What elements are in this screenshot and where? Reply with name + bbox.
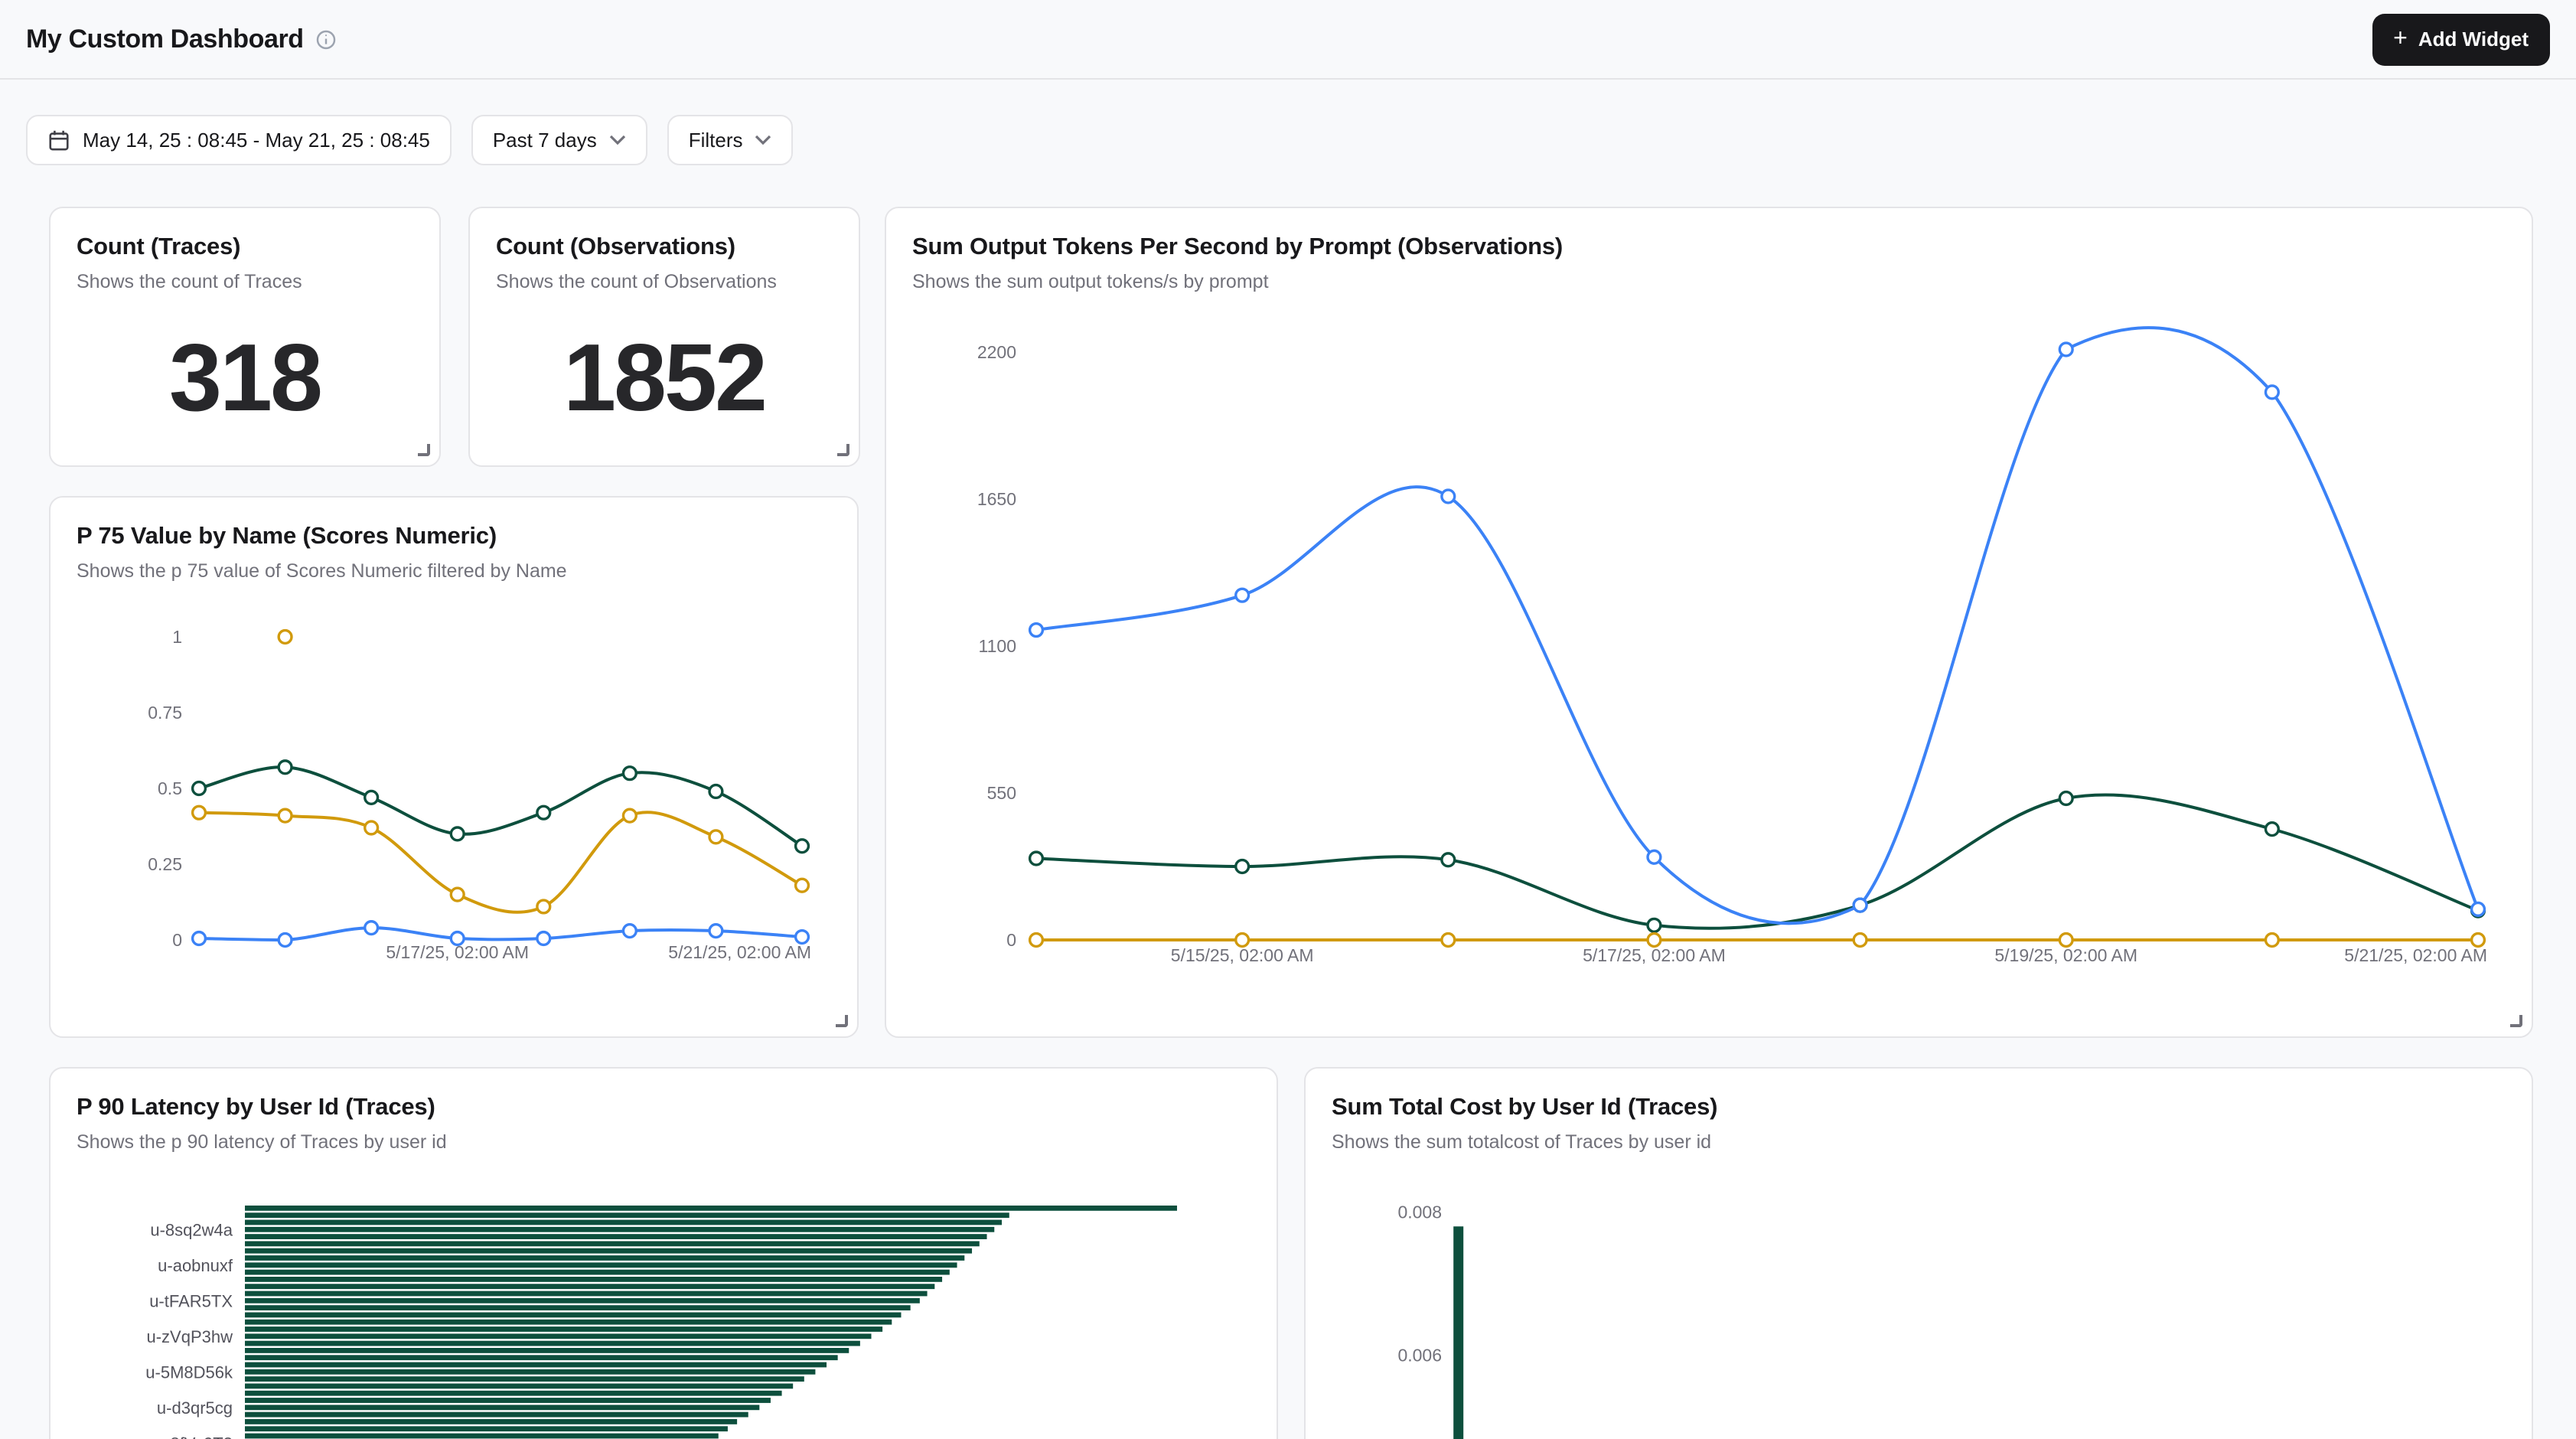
- latency-bar-chart: u-8sq2w4a u-aobnuxf u-tFAR5TX u-zVqP3hw u-5M…: [51, 1176, 1278, 1439]
- date-range-picker[interactable]: May 14, 25 : 08:45 - May 21, 25 : 08:45: [26, 115, 452, 165]
- resize-handle-icon[interactable]: [837, 444, 849, 456]
- widget-title: P 90 Latency by User Id (Traces): [77, 1095, 1251, 1122]
- chevron-down-icon: [755, 135, 772, 145]
- calendar-icon: [47, 129, 70, 152]
- svg-text:0.5: 0.5: [158, 778, 182, 798]
- widget-title: P 75 Value by Name (Scores Numeric): [77, 524, 831, 551]
- svg-text:u-8sq2w4a: u-8sq2w4a: [150, 1221, 233, 1240]
- svg-text:5/19/25, 02:00 AM: 5/19/25, 02:00 AM: [1994, 945, 2137, 965]
- date-range-label: May 14, 25 : 08:45 - May 21, 25 : 08:45: [83, 129, 430, 152]
- tokens-line-chart: 0 550 1100 1650 2200 5/15/25, 02:00 AM 5/17/25…: [886, 300, 2533, 1004]
- svg-text:u-5M8D56k: u-5M8D56k: [145, 1363, 233, 1382]
- widget-subtitle: Shows the sum totalcost of Traces by use…: [1332, 1131, 2506, 1153]
- svg-text:5/17/25, 02:00 AM: 5/17/25, 02:00 AM: [1583, 945, 1726, 965]
- date-preset-dropdown[interactable]: Past 7 days: [471, 115, 647, 165]
- svg-text:0.25: 0.25: [148, 854, 182, 874]
- cost-bar-chart: 0.008 0.006: [1306, 1176, 2533, 1439]
- svg-text:u-8fVa9T3: u-8fVa9T3: [155, 1434, 233, 1439]
- filters-label: Filters: [689, 129, 743, 152]
- chevron-down-icon: [609, 135, 626, 145]
- widget-count-observations: Count (Observations) Shows the count of …: [468, 207, 860, 467]
- svg-text:550: 550: [987, 783, 1016, 803]
- widget-title: Count (Observations): [496, 234, 833, 262]
- svg-text:1650: 1650: [977, 489, 1016, 509]
- svg-text:0.008: 0.008: [1397, 1202, 1442, 1222]
- svg-text:5/21/25, 02:00 AM: 5/21/25, 02:00 AM: [668, 942, 811, 962]
- widget-subtitle: Shows the sum output tokens/s by prompt: [912, 271, 2506, 292]
- svg-text:1100: 1100: [979, 636, 1016, 656]
- page-title: My Custom Dashboard: [26, 24, 304, 54]
- resize-handle-icon[interactable]: [836, 1015, 848, 1027]
- widget-title: Count (Traces): [77, 234, 413, 262]
- svg-text:2200: 2200: [977, 342, 1016, 362]
- svg-text:5/21/25, 02:00 AM: 5/21/25, 02:00 AM: [2344, 945, 2487, 965]
- widget-title: Sum Output Tokens Per Second by Prompt (…: [912, 234, 2506, 262]
- filters-dropdown[interactable]: Filters: [667, 115, 794, 165]
- resize-handle-icon[interactable]: [418, 444, 430, 456]
- svg-text:u-zVqP3hw: u-zVqP3hw: [146, 1327, 233, 1346]
- top-bar: My Custom Dashboard + Add Widget: [0, 0, 2576, 80]
- widget-p75-value: P 75 Value by Name (Scores Numeric) Show…: [49, 496, 859, 1038]
- add-widget-label: Add Widget: [2418, 28, 2529, 51]
- widget-subtitle: Shows the count of Observations: [496, 271, 833, 292]
- widget-title: Sum Total Cost by User Id (Traces): [1332, 1095, 2506, 1122]
- widget-subtitle: Shows the p 75 value of Scores Numeric f…: [77, 560, 831, 582]
- widget-count-traces: Count (Traces) Shows the count of Traces…: [49, 207, 441, 467]
- svg-text:0: 0: [172, 930, 182, 950]
- svg-text:0.75: 0.75: [148, 703, 182, 723]
- count-observations-value: 1852: [470, 325, 859, 433]
- p75-line-chart: 00.250.50.7515/17/25, 02:00 AM5/21/25, 0…: [51, 586, 859, 1015]
- count-traces-value: 318: [51, 325, 439, 433]
- widget-tokens-per-second: Sum Output Tokens Per Second by Prompt (…: [885, 207, 2533, 1038]
- top-bar-left: My Custom Dashboard: [26, 24, 337, 54]
- toolbar: May 14, 25 : 08:45 - May 21, 25 : 08:45 …: [26, 115, 794, 165]
- svg-text:u-d3qr5cg: u-d3qr5cg: [157, 1398, 233, 1418]
- widget-subtitle: Shows the p 90 latency of Traces by user…: [77, 1131, 1251, 1153]
- svg-text:1: 1: [172, 627, 182, 647]
- dashboard-page: My Custom Dashboard + Add Widget: [0, 0, 2576, 1439]
- widget-total-cost: Sum Total Cost by User Id (Traces) Shows…: [1304, 1067, 2533, 1439]
- svg-text:0.006: 0.006: [1397, 1345, 1442, 1365]
- svg-text:0: 0: [1006, 930, 1016, 950]
- plus-icon: +: [2393, 27, 2408, 51]
- resize-handle-icon[interactable]: [2510, 1015, 2522, 1027]
- add-widget-button[interactable]: + Add Widget: [2372, 13, 2550, 65]
- widget-subtitle: Shows the count of Traces: [77, 271, 413, 292]
- date-preset-label: Past 7 days: [493, 129, 597, 152]
- svg-text:u-tFAR5TX: u-tFAR5TX: [149, 1292, 233, 1311]
- info-icon[interactable]: [316, 28, 337, 50]
- svg-text:5/15/25, 02:00 AM: 5/15/25, 02:00 AM: [1171, 945, 1314, 965]
- svg-text:u-aobnuxf: u-aobnuxf: [158, 1256, 233, 1275]
- widget-p90-latency: P 90 Latency by User Id (Traces) Shows t…: [49, 1067, 1278, 1439]
